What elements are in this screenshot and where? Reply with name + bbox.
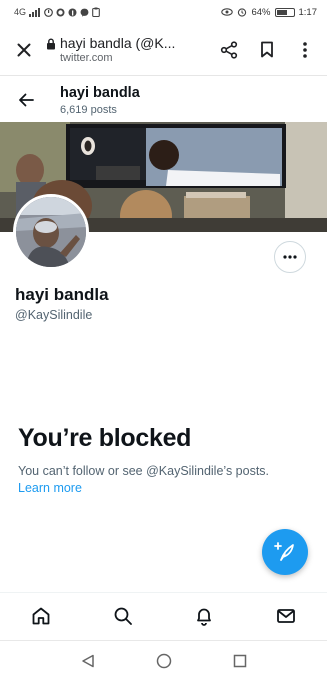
url-box[interactable]: hayi bandla (@K... twitter.com (46, 35, 209, 64)
header-name: hayi bandla (60, 84, 140, 101)
blocked-description: You can’t follow or see @KaySilindile’s … (18, 464, 270, 478)
close-icon (17, 43, 31, 56)
nav-messages-button[interactable] (272, 602, 300, 630)
battery-fill (276, 9, 287, 15)
url-domain: twitter.com (60, 52, 113, 64)
back-button[interactable] (12, 86, 40, 114)
network-label: 4G (14, 7, 27, 17)
profile-avatar[interactable] (13, 194, 89, 270)
whatsapp-icon (56, 8, 65, 16)
arrow-left-icon (19, 93, 34, 107)
profile-header: hayi bandla 6,619 posts (0, 78, 327, 122)
home-icon (32, 607, 50, 624)
learn-more-link[interactable]: Learn more (18, 481, 82, 495)
eye-comfort-icon (221, 8, 234, 16)
profile-handle: @KaySilindile (15, 308, 93, 322)
feather-plus-icon (274, 542, 294, 561)
system-home-button[interactable] (150, 647, 178, 675)
browser-actions (215, 36, 319, 64)
battery-percent: 64% (251, 6, 271, 18)
close-tab-button[interactable] (10, 36, 38, 64)
bottom-nav (0, 592, 327, 638)
header-texts: hayi bandla 6,619 posts (60, 85, 140, 116)
back-icon (81, 654, 94, 667)
nav-home-button[interactable] (27, 602, 55, 630)
nav-notifications-button[interactable] (190, 602, 218, 630)
bookmark-button[interactable] (253, 36, 281, 64)
lock-icon (47, 38, 55, 50)
more-vertical-icon (303, 41, 307, 58)
home-circle-icon (156, 653, 171, 668)
browser-menu-button[interactable] (291, 36, 319, 64)
notifications-icon (197, 608, 212, 626)
post-count: 6,619 posts (60, 103, 117, 116)
nav-search-button[interactable] (109, 602, 137, 630)
bookmark-icon (261, 41, 273, 58)
page-title: hayi bandla (@K... (60, 35, 176, 51)
system-recents-button[interactable] (226, 647, 254, 675)
display-name: hayi bandla (15, 285, 109, 304)
profile-more-button[interactable] (274, 241, 306, 273)
more-horizontal-icon (283, 255, 297, 259)
url-texts: hayi bandla (@K... twitter.com (60, 35, 175, 64)
recents-icon (233, 654, 246, 667)
status-right-icons: 64% 1:17 (221, 7, 317, 18)
share-button[interactable] (215, 36, 243, 64)
clipboard-icon (92, 7, 100, 17)
messages-icon (277, 608, 296, 623)
signal-icon (29, 7, 41, 17)
avatar-photo (16, 197, 86, 267)
search-icon (114, 607, 132, 625)
android-nav-bar (0, 640, 327, 680)
share-icon (220, 40, 238, 59)
status-bar: 4G 64% 1:17 (0, 0, 327, 24)
status-left-icons: 4G (14, 7, 100, 17)
clock: 1:17 (298, 6, 318, 18)
compose-post-button[interactable] (262, 529, 308, 575)
browser-toolbar: hayi bandla (@K... twitter.com (0, 24, 327, 76)
battery-icon (274, 7, 295, 17)
messenger-icon (80, 8, 89, 17)
system-back-button[interactable] (74, 647, 102, 675)
alarm-icon (238, 8, 247, 17)
blocked-title: You’re blocked (18, 424, 192, 452)
facebook-icon (68, 8, 77, 16)
notification-icon (44, 7, 53, 17)
